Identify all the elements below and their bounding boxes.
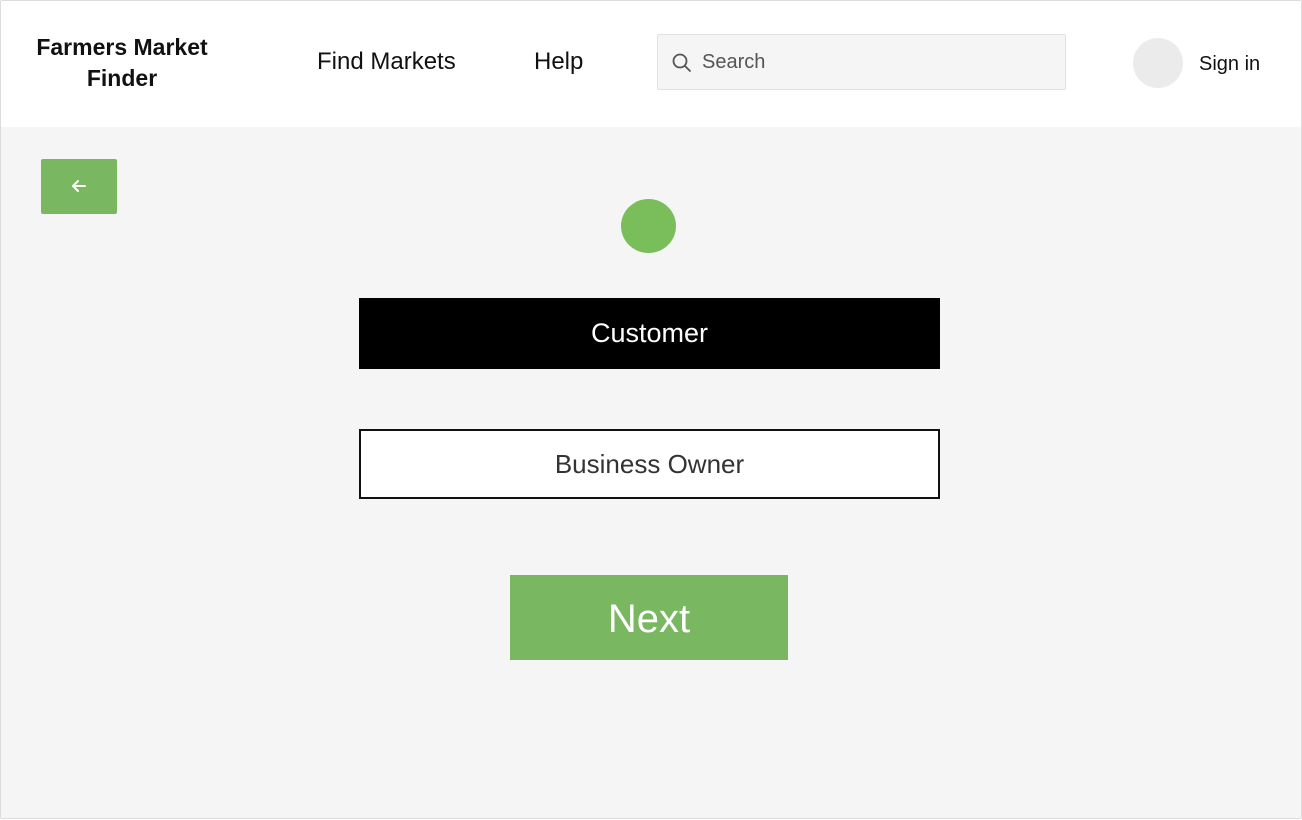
next-button[interactable]: Next [510,575,788,660]
top-navigation-bar: Farmers Market Finder Find Markets Help … [1,1,1301,127]
search-bar[interactable] [657,34,1066,90]
role-selection-panel: Customer Business Owner Next [1,127,1301,818]
sign-in-link[interactable]: Sign in [1199,51,1260,77]
site-logo-title[interactable]: Farmers Market Finder [15,32,229,94]
avatar[interactable] [1133,38,1183,88]
nav-link-help[interactable]: Help [534,46,583,78]
app-window: Farmers Market Finder Find Markets Help … [0,0,1302,819]
arrow-left-icon [72,180,86,192]
step-indicator-dot [621,199,676,253]
search-input[interactable] [702,35,1052,89]
option-customer-button[interactable]: Customer [359,298,940,369]
search-icon [671,52,693,74]
option-business-owner-button[interactable]: Business Owner [359,429,940,499]
nav-link-find-markets[interactable]: Find Markets [317,46,456,78]
back-button[interactable] [41,159,117,214]
